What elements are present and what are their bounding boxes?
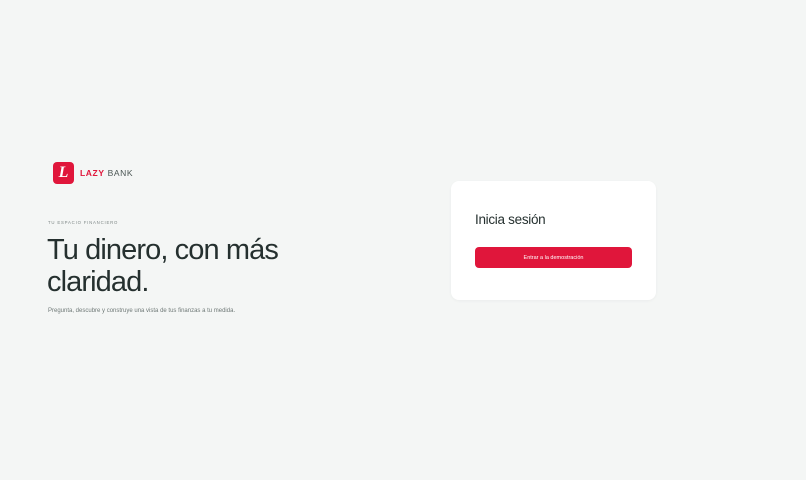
hero-subtitle: Pregunta, descubre y construye una vista… (48, 308, 236, 314)
brand-name-regular: BANK (107, 168, 134, 178)
brand-name: LAZY BANK (80, 168, 133, 178)
brand: L LAZY BANK (53, 162, 133, 184)
hero-headline: Tu dinero, con más claridad. (47, 234, 279, 298)
lazy-bank-logo-icon: L (53, 162, 74, 184)
brand-name-bold: LAZY (80, 168, 105, 178)
hero-eyebrow: TU ESPACIO FINANCIERO (48, 220, 119, 225)
login-title: Inicia sesión (475, 212, 546, 227)
login-card: Inicia sesión Entrar a la demostración (451, 181, 656, 300)
demo-login-button[interactable]: Entrar a la demostración (475, 247, 632, 268)
